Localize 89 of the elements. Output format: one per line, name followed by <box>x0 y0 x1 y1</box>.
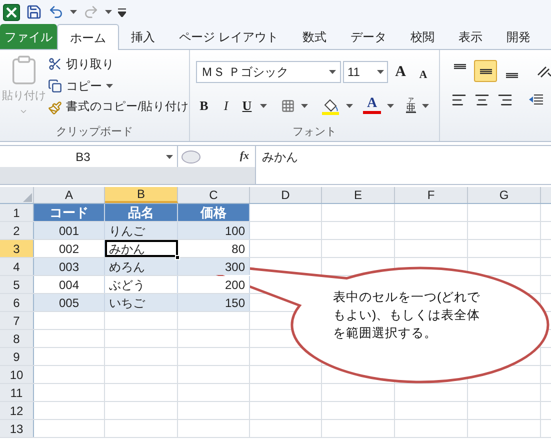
row-header[interactable]: 13 <box>0 420 34 437</box>
save-icon[interactable] <box>26 4 42 20</box>
italic-button[interactable]: I <box>218 96 234 116</box>
align-right-icon[interactable] <box>497 92 513 108</box>
table-cell[interactable]: 001 <box>34 222 105 239</box>
row-header[interactable]: 12 <box>0 402 34 419</box>
formula-input-field[interactable]: みかん <box>255 146 551 184</box>
row-header[interactable]: 9 <box>0 348 34 365</box>
table-cell[interactable]: 300 <box>178 258 250 275</box>
callout-text: 表中のセルを一つ(どれでもよい)、もしくは表全体を範囲選択する。 <box>333 289 482 342</box>
table-cell[interactable]: 150 <box>178 294 250 311</box>
row-header[interactable]: 7 <box>0 312 34 329</box>
copy-button[interactable]: コピー <box>48 76 189 95</box>
align-center-icon[interactable] <box>474 92 490 108</box>
customize-toolbar-icon[interactable] <box>118 8 126 16</box>
format-painter-button[interactable]: 書式のコピー/貼り付け <box>48 98 189 117</box>
table-header-cell: 品名 <box>105 204 178 221</box>
column-header[interactable]: D <box>250 187 322 203</box>
shrink-font-button[interactable]: A <box>413 61 433 83</box>
ribbon-tab[interactable]: 挿入 <box>119 24 167 49</box>
vertical-align-button[interactable] <box>474 60 497 82</box>
vertical-align-icon <box>480 68 492 74</box>
font-name-field[interactable]: ＭＳ Ｐゴシック <box>196 61 342 83</box>
row-header[interactable]: 8 <box>0 330 34 347</box>
row-header[interactable]: 6 <box>0 294 34 311</box>
grow-font-button[interactable]: A <box>390 61 412 83</box>
table-cell[interactable]: 003 <box>34 258 105 275</box>
vertical-align-icon <box>454 64 466 69</box>
bold-button[interactable]: B <box>196 96 212 116</box>
table-cell[interactable]: りんご <box>105 222 178 239</box>
paste-label: 貼り付け <box>2 89 46 104</box>
dropdown-caret-icon[interactable] <box>301 104 308 108</box>
dropdown-caret-icon[interactable] <box>387 104 394 108</box>
dropdown-caret-icon[interactable] <box>346 104 353 108</box>
copy-icon <box>48 78 62 92</box>
file-tab[interactable]: ファイル <box>0 24 57 49</box>
undo-icon[interactable] <box>48 4 64 20</box>
column-header[interactable]: F <box>395 187 468 203</box>
dropdown-caret-icon[interactable] <box>106 84 113 88</box>
fill-color-icon[interactable] <box>322 96 340 115</box>
dropdown-caret-icon[interactable] <box>105 10 112 14</box>
ribbon-tab[interactable]: 校閲 <box>398 24 446 49</box>
table-cell[interactable]: いちご <box>105 294 178 311</box>
group-label: フォント <box>292 124 336 140</box>
scissors-icon <box>48 56 62 70</box>
column-header[interactable]: G <box>468 187 541 203</box>
cut-button[interactable]: 切り取り <box>48 54 189 73</box>
row-header[interactable]: 10 <box>0 366 34 383</box>
dropdown-caret-icon[interactable] <box>260 104 267 108</box>
row-header[interactable]: 1 <box>0 204 34 221</box>
column-header[interactable]: B <box>105 187 178 203</box>
vertical-align-icon <box>506 73 518 78</box>
name-box[interactable]: B3 <box>0 146 178 167</box>
ribbon-tab[interactable]: 開発 <box>494 24 542 49</box>
align-left-icon[interactable] <box>451 92 467 108</box>
borders-icon[interactable] <box>281 98 295 113</box>
ribbon-tab[interactable]: 数式 <box>290 24 338 49</box>
table-cell[interactable]: 005 <box>34 294 105 311</box>
column-header[interactable]: C <box>178 187 250 203</box>
dropdown-caret-icon[interactable] <box>70 10 77 14</box>
dropdown-caret-icon[interactable] <box>422 104 429 108</box>
spreadsheet-app-icon <box>3 4 20 20</box>
table-cell[interactable]: みかん <box>105 240 178 257</box>
dropdown-caret-icon[interactable] <box>376 70 384 74</box>
row-header[interactable]: 5 <box>0 276 34 293</box>
ribbon-tab[interactable]: ホーム <box>57 24 119 50</box>
font-color-button[interactable]: A <box>363 97 381 114</box>
ribbon-tab[interactable]: ページ レイアウト <box>167 24 290 49</box>
group-label: クリップボード <box>56 124 133 140</box>
table-header-cell: コード <box>34 204 105 221</box>
dropdown-caret-icon[interactable] <box>166 154 173 158</box>
paintbrush-icon <box>48 100 62 114</box>
fill-handle[interactable] <box>175 255 180 260</box>
insert-function-button[interactable]: fx <box>240 148 249 165</box>
dropdown-caret-icon[interactable] <box>329 70 336 74</box>
splitter-handle-icon[interactable] <box>180 150 202 164</box>
row-header[interactable]: 4 <box>0 258 34 275</box>
underline-button[interactable]: U <box>240 96 254 116</box>
row-header[interactable]: 2 <box>0 222 34 239</box>
row-header[interactable]: 3 <box>0 240 34 257</box>
ribbon-tab[interactable]: 表示 <box>446 24 494 49</box>
table-cell[interactable]: 100 <box>178 222 250 239</box>
row-header[interactable]: 11 <box>0 384 34 401</box>
table-header-cell: 価格 <box>178 204 250 221</box>
column-header[interactable]: E <box>322 187 395 203</box>
ribbon-tab[interactable]: データ <box>338 24 398 49</box>
table-cell[interactable]: めろん <box>105 258 178 275</box>
color-bar-icon <box>363 111 381 114</box>
font-size-field[interactable]: 11 <box>343 61 388 83</box>
